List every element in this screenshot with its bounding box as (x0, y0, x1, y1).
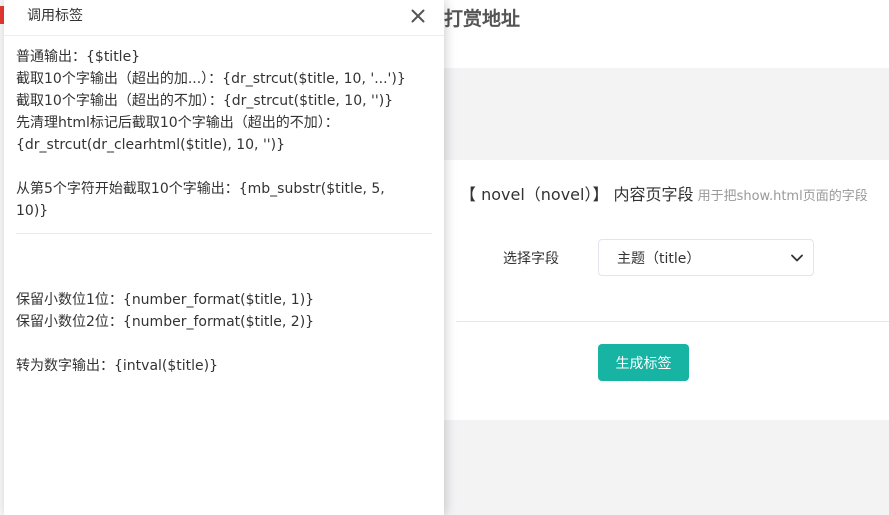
chevron-down-icon (791, 254, 803, 262)
tag-line: 转为数字输出：{intval($title)} (16, 358, 219, 374)
field-heading-text: 【 novel（novel）】 内容页字段 (460, 185, 694, 204)
field-heading-hint: 用于把show.html页面的字段 (697, 189, 868, 204)
field-select[interactable]: 主题（title） (598, 239, 814, 276)
tag-line: 截取10个字输出（超出的不加）：{dr_strcut($title, 10, '… (16, 93, 394, 109)
field-heading: 【 novel（novel）】 内容页字段 用于把show.html页面的字段 (460, 184, 868, 208)
select-field-label: 选择字段 (503, 251, 559, 267)
modal-header: 调用标签 (4, 0, 444, 36)
field-select-value: 主题（title） (617, 250, 701, 267)
close-icon[interactable] (406, 4, 430, 28)
modal-body: 普通输出：{$title} 截取10个字输出（超出的加...）：{dr_strc… (16, 46, 434, 377)
modal-title: 调用标签 (27, 8, 83, 24)
tag-line: 普通输出：{$title} (16, 49, 141, 65)
divider (16, 233, 432, 234)
tag-line: 从第5个字符开始截取10个字输出：{mb_substr($title, 5, (16, 181, 385, 197)
tag-modal: 调用标签 普通输出：{$title} 截取10个字输出（超出的加...）：{dr… (4, 0, 444, 515)
tag-line: 保留小数位2位：{number_format($title, 2)} (16, 314, 315, 330)
tag-line: {dr_strcut(dr_clearhtml($title), 10, '')… (16, 137, 286, 153)
tag-line: 保留小数位1位：{number_format($title, 1)} (16, 292, 315, 308)
generate-tag-button[interactable]: 生成标签 (598, 344, 689, 381)
tag-line: 截取10个字输出（超出的加...）：{dr_strcut($title, 10,… (16, 71, 406, 87)
tag-line: 10)} (16, 203, 49, 219)
page-title: 打赏地址 (444, 8, 521, 30)
tag-line: 先清理html标记后截取10个字输出（超出的不加）： (16, 115, 339, 131)
divider (456, 321, 889, 322)
